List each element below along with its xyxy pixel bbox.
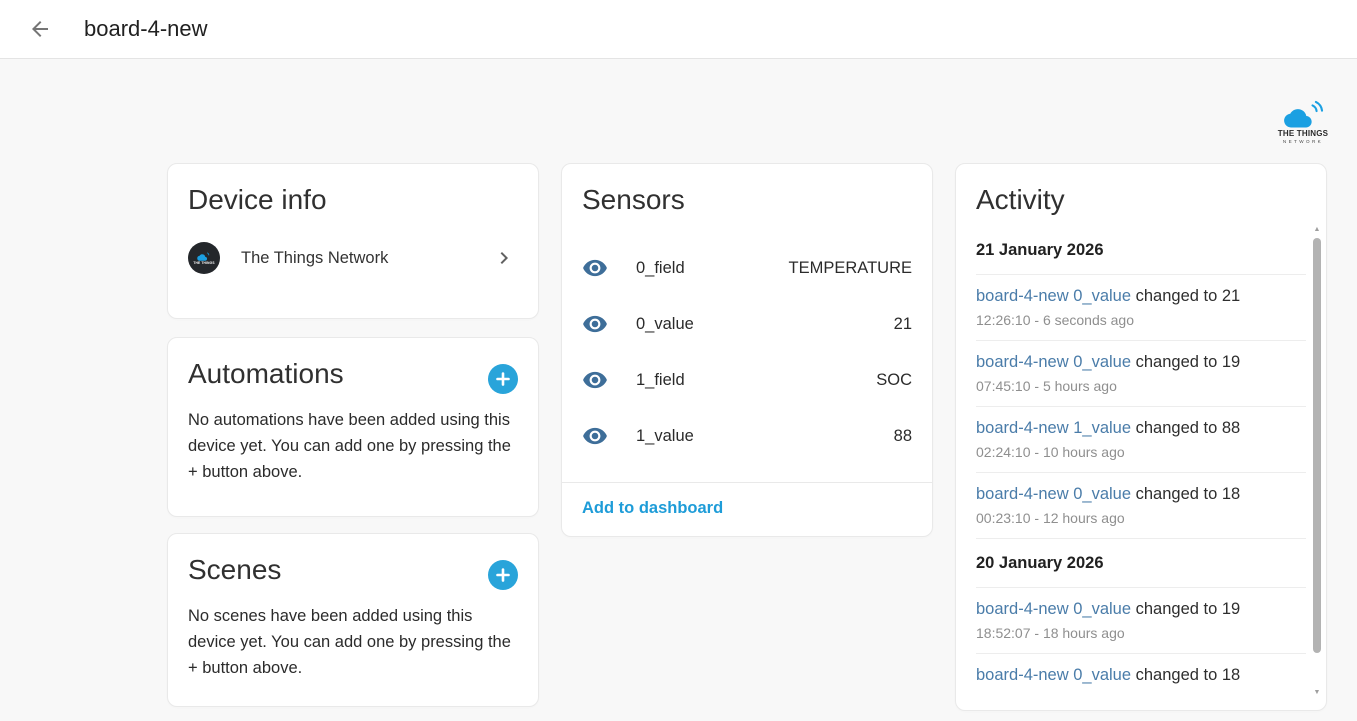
visibility-eye-icon[interactable] xyxy=(582,367,608,393)
activity-entry-time: 12:26:10 - 6 seconds ago xyxy=(976,312,1306,328)
scrollbar-down-arrow[interactable]: ▼ xyxy=(1312,689,1322,696)
activity-entry-time: 02:24:10 - 10 hours ago xyxy=(976,444,1306,460)
automations-empty-text: No automations have been added using thi… xyxy=(188,407,518,485)
sensor-value: SOC xyxy=(876,371,912,390)
activity-entry-text: board-4-new 0_value changed to 21 xyxy=(976,285,1306,307)
sensor-name: 1_value xyxy=(636,427,694,446)
scrollbar-thumb[interactable] xyxy=(1313,238,1321,653)
sensor-row: 0_field TEMPERATURE xyxy=(582,240,912,296)
device-info-title: Device info xyxy=(188,184,518,216)
activity-entry-text: board-4-new 0_value changed to 19 xyxy=(976,351,1306,373)
activity-entry[interactable]: board-4-new 0_value changed to 18 00:23:… xyxy=(976,472,1306,538)
sensor-value: 88 xyxy=(894,427,912,446)
sensor-row: 1_field SOC xyxy=(582,352,912,408)
scenes-card: Scenes No scenes have been added using t… xyxy=(167,533,539,707)
ttn-avatar: THE THINGS xyxy=(188,242,220,274)
sensor-name: 1_field xyxy=(636,371,685,390)
avatar-text: THE THINGS xyxy=(193,262,214,265)
sensor-name: 0_value xyxy=(636,315,694,334)
activity-entry-text: board-4-new 0_value changed to 18 xyxy=(976,664,1306,686)
activity-entry-link[interactable]: board-4-new 1_value xyxy=(976,419,1131,437)
device-info-card: Device info THE THINGS The Things Networ… xyxy=(167,163,539,319)
activity-entry-text: board-4-new 1_value changed to 88 xyxy=(976,417,1306,439)
divider xyxy=(562,482,932,483)
chevron-right-icon xyxy=(492,246,516,270)
activity-scrollbar[interactable]: ▲ ▼ xyxy=(1312,226,1322,696)
activity-entry-rest: changed to 19 xyxy=(1131,353,1240,371)
top-bar: board-4-new xyxy=(0,0,1357,59)
activity-entry-rest: changed to 19 xyxy=(1131,600,1240,618)
activity-date-header: 21 January 2026 xyxy=(976,226,1306,274)
sensors-title: Sensors xyxy=(582,184,912,216)
activity-entry-link[interactable]: board-4-new 0_value xyxy=(976,666,1131,684)
plus-icon xyxy=(495,567,511,583)
activity-entry-link[interactable]: board-4-new 0_value xyxy=(976,287,1131,305)
activity-card: Activity 21 January 2026 board-4-new 0_v… xyxy=(955,163,1327,711)
sensors-card: Sensors 0_field TEMPERATURE 0_value 21 1… xyxy=(561,163,933,537)
activity-entry-time: 00:23:10 - 12 hours ago xyxy=(976,510,1306,526)
sensor-name: 0_field xyxy=(636,259,685,278)
sensor-rows: 0_field TEMPERATURE 0_value 21 1_field S… xyxy=(582,240,912,464)
scrollbar-up-arrow[interactable]: ▲ xyxy=(1312,226,1322,233)
activity-list: 21 January 2026 board-4-new 0_value chan… xyxy=(976,226,1306,698)
back-button[interactable] xyxy=(26,15,54,43)
activity-entry-link[interactable]: board-4-new 0_value xyxy=(976,600,1131,618)
activity-date-header: 20 January 2026 xyxy=(976,538,1306,587)
add-to-dashboard-link[interactable]: Add to dashboard xyxy=(582,499,723,518)
activity-entry-time: 07:45:10 - 5 hours ago xyxy=(976,378,1306,394)
sensor-value: TEMPERATURE xyxy=(789,259,912,278)
scenes-empty-text: No scenes have been added using this dev… xyxy=(188,603,518,681)
visibility-eye-icon[interactable] xyxy=(582,255,608,281)
device-app-label: The Things Network xyxy=(241,249,492,268)
sensor-row: 1_value 88 xyxy=(582,408,912,464)
visibility-eye-icon[interactable] xyxy=(582,423,608,449)
activity-entry-text: board-4-new 0_value changed to 18 xyxy=(976,483,1306,505)
activity-entry-link[interactable]: board-4-new 0_value xyxy=(976,353,1131,371)
activity-entry-link[interactable]: board-4-new 0_value xyxy=(976,485,1131,503)
activity-entry[interactable]: board-4-new 0_value changed to 19 07:45:… xyxy=(976,340,1306,406)
page-title: board-4-new xyxy=(84,16,208,42)
plus-icon xyxy=(495,371,511,387)
device-app-row[interactable]: THE THINGS The Things Network xyxy=(188,242,518,274)
activity-entry[interactable]: board-4-new 0_value changed to 21 12:26:… xyxy=(976,274,1306,340)
ttn-logo-line2: NETWORK xyxy=(1275,139,1331,144)
activity-entry-rest: changed to 88 xyxy=(1131,419,1240,437)
activity-entry[interactable]: board-4-new 0_value changed to 19 18:52:… xyxy=(976,587,1306,653)
add-scene-button[interactable] xyxy=(488,560,518,590)
visibility-eye-icon[interactable] xyxy=(582,311,608,337)
activity-title: Activity xyxy=(976,184,1306,216)
ttn-cloud-icon xyxy=(1280,100,1326,128)
add-automation-button[interactable] xyxy=(488,364,518,394)
activity-entry[interactable]: board-4-new 1_value changed to 88 02:24:… xyxy=(976,406,1306,472)
ttn-logo-line1: THE THINGS xyxy=(1275,129,1331,138)
activity-entry-rest: changed to 18 xyxy=(1131,485,1240,503)
activity-entry-time: 18:52:07 - 18 hours ago xyxy=(976,625,1306,641)
sensor-row: 0_value 21 xyxy=(582,296,912,352)
back-arrow-icon xyxy=(28,17,52,41)
automations-card: Automations No automations have been add… xyxy=(167,337,539,517)
sensor-value: 21 xyxy=(894,315,912,334)
activity-entry-rest: changed to 18 xyxy=(1131,666,1240,684)
activity-entry-rest: changed to 21 xyxy=(1131,287,1240,305)
ttn-logo: THE THINGS NETWORK xyxy=(1275,100,1331,144)
activity-entry-text: board-4-new 0_value changed to 19 xyxy=(976,598,1306,620)
automations-title: Automations xyxy=(188,358,344,390)
activity-entry[interactable]: board-4-new 0_value changed to 18 xyxy=(976,653,1306,698)
avatar-cloud-icon xyxy=(196,251,212,261)
scenes-title: Scenes xyxy=(188,554,281,586)
